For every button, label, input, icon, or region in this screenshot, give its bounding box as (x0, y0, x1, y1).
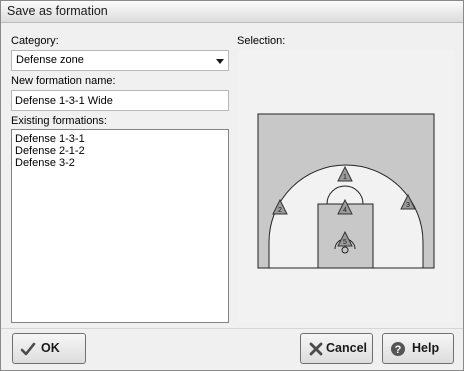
category-select[interactable]: Defense zone (11, 50, 229, 71)
ok-button[interactable]: OK (12, 333, 86, 364)
ok-label: OK (41, 341, 60, 355)
cancel-button[interactable]: Cancel (300, 333, 373, 364)
court-diagram: 1 2 3 4 5 (257, 113, 435, 269)
player-number: 2 (278, 207, 282, 214)
player-number: 4 (343, 207, 347, 214)
player-number: 1 (343, 174, 347, 181)
list-item[interactable]: Defense 1-3-1 (15, 133, 85, 145)
svg-text:?: ? (395, 344, 402, 356)
formation-preview: 1 2 3 4 5 (237, 50, 454, 322)
window-title: Save as formation (7, 4, 108, 18)
category-label: Category: (11, 35, 59, 47)
existing-formations-label: Existing formations: (11, 115, 107, 127)
save-formation-dialog: Save as formation Category: Defense zone… (0, 0, 464, 371)
help-label: Help (412, 341, 440, 355)
existing-formations-list[interactable]: Defense 1-3-1 Defense 2-1-2 Defense 3-2 (11, 129, 229, 323)
footer-divider (1, 328, 463, 329)
list-item[interactable]: Defense 3-2 (15, 157, 75, 169)
formation-name-label: New formation name: (11, 75, 116, 87)
help-icon: ? (391, 342, 405, 356)
title-bar: Save as formation (1, 1, 463, 23)
list-item[interactable]: Defense 2-1-2 (15, 145, 85, 157)
help-button[interactable]: ? Help (382, 333, 454, 364)
cancel-label: Cancel (326, 341, 367, 355)
player-number: 5 (343, 239, 347, 246)
category-value: Defense zone (16, 54, 84, 66)
chevron-down-icon (216, 59, 224, 64)
selection-label: Selection: (237, 35, 286, 47)
checkmark-icon (20, 342, 36, 356)
formation-name-input[interactable] (11, 90, 229, 111)
player-number: 3 (406, 202, 410, 209)
close-icon (309, 342, 323, 356)
